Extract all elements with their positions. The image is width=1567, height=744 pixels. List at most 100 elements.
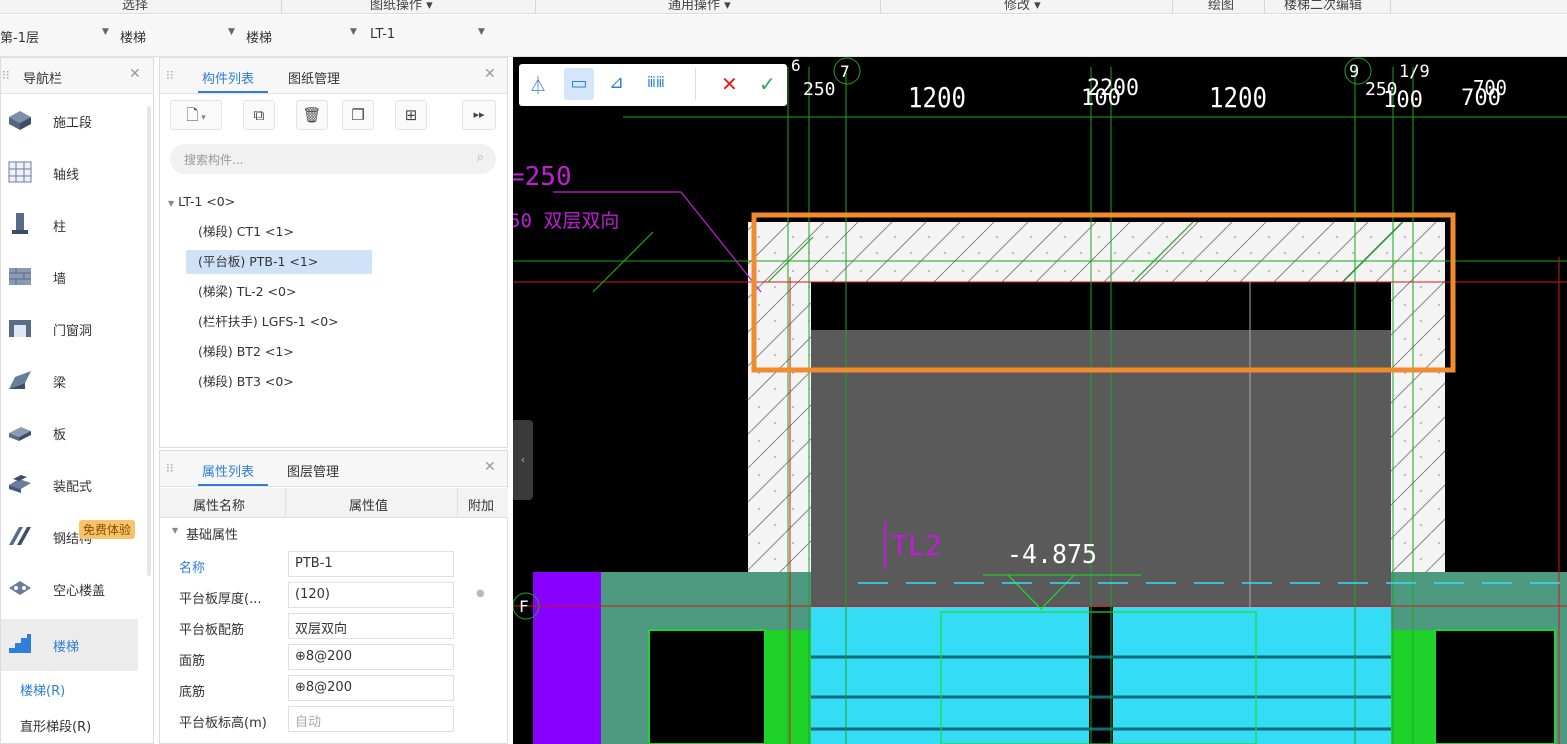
copy-button[interactable]: ⧉: [243, 100, 275, 130]
nav-item-stair[interactable]: 楼梯: [1, 619, 138, 671]
chevron-down-icon: ▼: [172, 526, 179, 535]
ribbon-group-common[interactable]: 通用操作 ▾: [668, 0, 731, 13]
ribbon-group-select[interactable]: 选择: [122, 0, 148, 13]
tab-component-list[interactable]: 构件列表: [202, 68, 254, 87]
new-component-button[interactable]: 🗋 ▾: [170, 100, 222, 130]
stair-tool-icon[interactable]: ⏃: [529, 72, 547, 98]
nav-item-hollow-floor[interactable]: 空心楼盖: [1, 563, 138, 615]
import-button[interactable]: ⊞: [395, 100, 427, 130]
tree-item[interactable]: (栏杆扶手) LGFS-1 <0>: [186, 310, 351, 334]
tree-item[interactable]: (梯梁) TL-2 <0>: [186, 280, 308, 304]
ribbon-group-modify[interactable]: 修改 ▾: [1004, 0, 1041, 13]
chevron-down-icon: ▼: [228, 27, 235, 37]
axis-label-F: F: [519, 597, 529, 616]
cancel-icon[interactable]: ✕: [721, 72, 738, 96]
tl2-label: TL2: [891, 529, 942, 562]
tree-item[interactable]: (梯段) BT3 <0>: [186, 370, 306, 394]
search-input[interactable]: 搜索构件... ⌕: [170, 144, 496, 174]
property-row-name: 名称 PTB-1: [166, 549, 506, 580]
tab-property-list[interactable]: 属性列表: [202, 461, 254, 480]
polygon-tool-icon[interactable]: ⊿: [609, 72, 624, 93]
more-button[interactable]: ▸▸: [462, 100, 496, 130]
slab-thickness-label: =250: [513, 162, 572, 192]
cad-drawing[interactable]: 6 7 9 1/9 F 250 1200 100 2200 1200 250 1…: [513, 57, 1567, 744]
nav-item-slab[interactable]: 板: [1, 407, 138, 459]
tree-item[interactable]: (梯段) CT1 <1>: [186, 220, 306, 244]
delete-button[interactable]: 🗑: [296, 100, 328, 130]
column-icon: [12, 213, 28, 234]
tab-drawing-management[interactable]: 图纸管理: [288, 68, 340, 87]
chevron-down-icon: ▼: [168, 199, 175, 208]
rebar-tool-icon[interactable]: ⅲⅲ: [647, 75, 665, 91]
sub-item-straight-flight[interactable]: 直形梯段(R): [20, 716, 91, 735]
column-header-value: 属性值: [349, 499, 389, 514]
grip-icon[interactable]: ⁝⁝: [166, 68, 174, 82]
property-value-bottom-rebar[interactable]: ⊕8@200: [288, 675, 454, 701]
duplicate-button[interactable]: ❐: [342, 100, 374, 130]
property-value-elevation[interactable]: 自动: [288, 706, 454, 732]
property-value-top-rebar[interactable]: ⊕8@200: [288, 644, 454, 670]
new-file-icon: 🗋: [186, 106, 199, 124]
property-name: 名称: [179, 561, 206, 576]
close-icon[interactable]: ✕: [484, 459, 496, 475]
property-row-rebar: 平台板配筋 双层双向: [166, 611, 506, 642]
property-name: 底筋: [179, 685, 206, 700]
nav-item-beam[interactable]: 梁: [1, 355, 138, 407]
free-trial-badge[interactable]: 免费体验: [79, 520, 136, 539]
search-placeholder: 搜索构件...: [184, 153, 244, 167]
grid-axis-icon: [8, 161, 32, 183]
tree-item-selected[interactable]: (平台板) PTB-1 <1>: [186, 250, 372, 274]
tree-item[interactable]: (梯段) BT2 <1>: [186, 340, 306, 364]
type-dropdown[interactable]: 楼梯 ▼: [246, 27, 368, 47]
nav-item-prefab[interactable]: 装配式: [1, 459, 138, 511]
elevation-label: -4.875: [1007, 540, 1097, 570]
collapse-panel-handle[interactable]: ‹: [513, 420, 533, 500]
tab-layer-management[interactable]: 图层管理: [287, 461, 339, 480]
property-name: 平台板厚度(...: [179, 592, 262, 607]
axis-label-1-9: 1/9: [1399, 62, 1430, 82]
nav-item-label: 墙: [53, 272, 67, 287]
close-icon[interactable]: ✕: [129, 66, 141, 82]
component-dropdown[interactable]: LT-1 ▼: [370, 27, 494, 47]
tree-root[interactable]: ▼ LT-1 <0>: [168, 190, 235, 214]
nav-item-column[interactable]: 柱: [1, 199, 138, 251]
rect-tool-icon[interactable]: ▭: [564, 68, 594, 100]
close-icon[interactable]: ✕: [484, 66, 496, 82]
ribbon-bar: 选择 图纸操作 ▾ 通用操作 ▾ 修改 ▾ 绘图 楼梯二次编辑: [0, 0, 1567, 14]
nav-item-wall[interactable]: 墙: [1, 251, 138, 303]
nav-item-label: 柱: [53, 220, 67, 235]
column-header-extra: 附加: [468, 499, 495, 514]
property-group-basic[interactable]: ▼ 基础属性: [160, 518, 508, 548]
ribbon-group-drawing[interactable]: 图纸操作 ▾: [370, 0, 433, 13]
ribbon-group-stair-edit[interactable]: 楼梯二次编辑: [1284, 0, 1362, 13]
column-left: [648, 629, 766, 744]
axis-label-7: 7: [840, 62, 850, 81]
nav-scrollbar[interactable]: [147, 106, 151, 576]
active-tab-indicator: [198, 91, 268, 93]
chevron-down-icon: ▼: [478, 27, 485, 37]
property-value-thickness[interactable]: (120): [288, 582, 454, 608]
nav-item-door-window[interactable]: 门窗洞: [1, 303, 138, 355]
extra-checkbox-icon[interactable]: ●: [476, 588, 485, 599]
property-value-name[interactable]: PTB-1: [288, 551, 454, 577]
property-group-label: 基础属性: [186, 528, 239, 543]
confirm-icon[interactable]: ✓: [759, 72, 776, 96]
nav-item-construction-segment[interactable]: 施工段: [1, 95, 138, 147]
property-value-rebar[interactable]: 双层双向: [288, 613, 454, 639]
type-dropdown-value: 楼梯: [246, 31, 273, 46]
floating-draw-toolbar: ⏃ ▭ ⊿ ⅲⅲ ✕ ✓: [519, 64, 787, 106]
column-right: [1434, 629, 1556, 744]
nav-item-label: 梁: [53, 376, 67, 391]
grip-icon[interactable]: ⁝⁝: [2, 68, 10, 82]
prefab-icon: [9, 475, 31, 493]
nav-item-axis[interactable]: 轴线: [1, 147, 138, 199]
sub-item-stair-r[interactable]: 楼梯(R): [20, 680, 65, 699]
category-dropdown[interactable]: 楼梯 ▼: [120, 27, 238, 47]
floor-dropdown[interactable]: 第-1层 ▼: [0, 27, 112, 47]
cad-canvas[interactable]: 6 7 9 1/9 F 250 1200 100 2200 1200 250 1…: [513, 57, 1567, 744]
grip-icon[interactable]: ⁝⁝: [166, 461, 174, 475]
nav-item-label: 楼梯: [53, 640, 80, 655]
beam-icon: [9, 371, 31, 389]
ribbon-group-draw[interactable]: 绘图: [1208, 0, 1234, 13]
nav-item-steel[interactable]: 钢结构 免费体验: [1, 511, 138, 563]
